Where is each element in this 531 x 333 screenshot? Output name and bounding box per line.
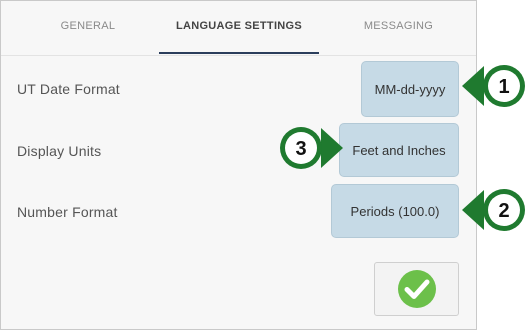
tab-general[interactable]: GENERAL [43, 20, 133, 32]
callout-3: 3 [277, 124, 345, 177]
display-units-label: Display Units [17, 143, 102, 159]
tab-messaging[interactable]: MESSAGING [351, 20, 446, 32]
number-format-button[interactable]: Periods (100.0) [331, 184, 459, 238]
display-units-button[interactable]: Feet and Inches [339, 123, 459, 177]
callout-3-number: 3 [295, 138, 306, 160]
ut-date-format-label: UT Date Format [17, 81, 120, 97]
tab-bar: GENERAL LANGUAGE SETTINGS MESSAGING [1, 1, 476, 55]
callout-1-number: 1 [498, 76, 509, 98]
callout-2: 2 [460, 186, 528, 239]
ut-date-format-button[interactable]: MM-dd-yyyy [361, 61, 459, 117]
language-settings-panel: GENERAL LANGUAGE SETTINGS MESSAGING UT D… [0, 0, 477, 330]
tab-language-settings[interactable]: LANGUAGE SETTINGS [159, 20, 319, 32]
callout-1: 1 [460, 62, 528, 115]
tab-divider [1, 55, 476, 56]
active-tab-indicator [159, 52, 319, 54]
checkmark-icon [397, 270, 436, 308]
number-format-label: Number Format [17, 204, 118, 220]
confirm-button[interactable] [374, 262, 459, 316]
callout-2-number: 2 [498, 200, 509, 222]
